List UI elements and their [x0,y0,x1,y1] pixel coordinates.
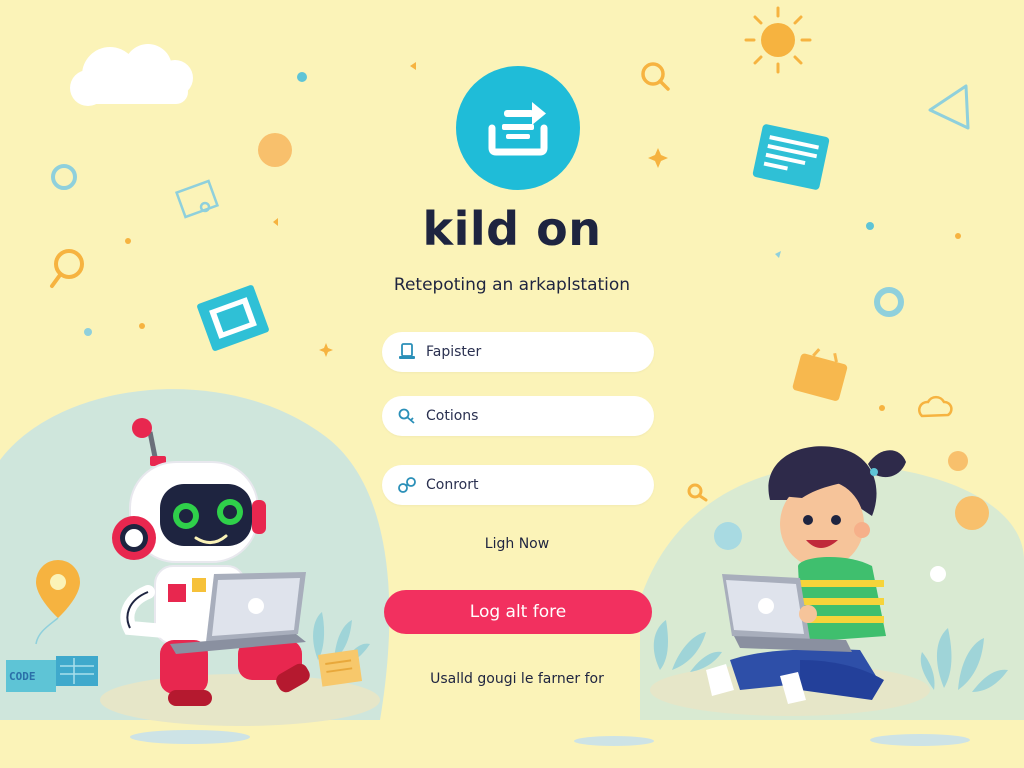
search-icon [687,483,708,502]
page-subtitle: Retepoting an arkaplstation [393,275,631,295]
login-arrow-icon [488,102,548,156]
cloud-icon [70,44,193,106]
orange-box-icon [792,348,848,401]
orange-dot [948,451,968,471]
small-dot [84,328,92,336]
options-field-label: Cotions [426,408,479,424]
register-field[interactable]: Fapister [382,332,654,372]
sun-icon [744,6,812,74]
cloud-outline-icon [918,395,953,418]
options-field[interactable]: Cotions [382,396,654,436]
document-card-icon [752,124,830,190]
scene: CODE kild on Retepoting an arkaplstation… [0,0,1024,768]
link-icon [396,474,418,496]
footer-text: Usalld gougi le farner for [430,671,604,687]
register-field-label: Fapister [426,344,482,360]
small-dot [139,323,145,329]
ring-icon [51,164,77,190]
sparkle-icon [319,343,333,357]
sparkle-icon [648,148,668,168]
small-dot [879,405,885,411]
ground-puddle-3 [870,734,970,746]
page-title: kild on [422,202,602,256]
app-logo [456,66,580,190]
ground-puddle-2 [574,736,654,746]
orange-dot [258,133,292,167]
login-button[interactable]: Log alt fore [384,590,652,634]
triangle-icon [410,62,416,70]
login-now-link[interactable]: Ligh Now [0,536,1024,552]
device-icon [396,341,418,363]
cyan-dot [297,72,307,82]
orange-dot [955,496,989,530]
white-dot [930,566,946,582]
ground-puddle-1 [130,730,250,744]
key-icon [396,405,418,427]
comfort-field-label: Conrort [426,477,479,493]
search-icon [641,62,670,91]
triangle-outline-icon [928,84,970,130]
comfort-field[interactable]: Conrort [382,465,654,505]
